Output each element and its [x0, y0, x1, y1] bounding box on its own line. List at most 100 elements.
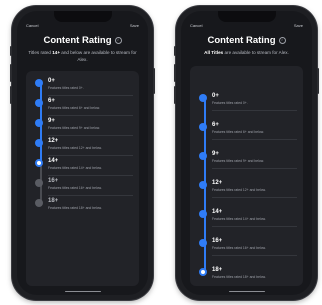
rating-description-text: Features titles rated 16+ and below. [48, 186, 102, 190]
rating-option-6-plus[interactable]: 6+ Features titles rated 6+ and below. [190, 122, 303, 142]
mute-switch [174, 46, 176, 56]
rating-radio-dot[interactable] [199, 94, 207, 102]
title-row: Content Rating i [17, 35, 148, 46]
info-icon[interactable]: i [114, 37, 122, 44]
rating-age-label: 16+ [212, 238, 223, 244]
rating-age-label: 18+ [212, 267, 223, 273]
cancel-button[interactable]: Cancel [190, 23, 202, 28]
rating-description-text: Features titles rated 9+ and below. [48, 126, 100, 130]
subtitle-highlight: All Titles [204, 50, 224, 55]
rating-age-label: 18+ [48, 198, 59, 204]
rating-description-text: Features titles rated 18+ and below. [48, 206, 102, 210]
rating-description-text: Features titles rated 18+ and below. [212, 275, 266, 279]
rating-age-label: 6+ [212, 122, 219, 128]
rating-radio-dot[interactable] [35, 119, 43, 127]
subtitle-suffix: and below are available to stream for Al… [60, 50, 137, 62]
power-button [153, 68, 155, 94]
rating-option-18-plus[interactable]: 18+ Features titles rated 18+ and below. [190, 267, 303, 287]
rating-radio-dot[interactable] [199, 152, 207, 160]
row-divider [212, 226, 297, 227]
rating-age-label: 0+ [212, 93, 219, 99]
title-row: Content Rating i [181, 35, 312, 46]
rating-radio-dot[interactable] [35, 99, 43, 107]
rating-age-label: 12+ [48, 138, 59, 144]
row-divider [48, 175, 133, 176]
rating-option-12-plus[interactable]: 12+ Features titles rated 12+ and below. [26, 138, 139, 158]
notch [53, 11, 112, 22]
rating-radio-dot[interactable] [199, 239, 207, 247]
subtitle-suffix: are available to stream for Alex. [223, 50, 289, 55]
rating-age-label: 14+ [212, 209, 223, 215]
screen-right: Cancel Save Content Rating i All Titles … [181, 11, 312, 295]
page-title: Content Rating [43, 35, 112, 46]
subtitle-prefix: Titles rated [28, 50, 53, 55]
rating-option-16-plus[interactable]: 16+ Features titles rated 16+ and below. [190, 238, 303, 258]
row-divider [212, 168, 297, 169]
rating-description-text: Features titles rated 16+ and below. [212, 246, 266, 250]
rating-list-panel: 0+ Features titles rated 0+. 6+ Features ti… [190, 66, 303, 286]
rating-option-18-plus[interactable]: 18+ Features titles rated 18+ and below. [26, 198, 139, 218]
power-button [317, 68, 319, 94]
info-icon[interactable]: i [278, 37, 286, 44]
top-bar: Cancel Save [26, 23, 139, 28]
rating-description-text: Features titles rated 12+ and below. [48, 146, 102, 150]
rating-option-9-plus[interactable]: 9+ Features titles rated 9+ and below. [190, 151, 303, 171]
rating-option-0-plus[interactable]: 0+ Features titles rated 0+. [190, 93, 303, 113]
rating-radio-dot[interactable] [35, 199, 43, 207]
phone-frame-right: Cancel Save Content Rating i All Titles … [174, 6, 319, 300]
row-divider [48, 95, 133, 96]
rating-description: Titles rated 14+ and below are available… [27, 50, 138, 63]
rating-description: All Titles are available to stream for A… [191, 50, 302, 57]
rating-description-text: Features titles rated 14+ and below. [48, 166, 102, 170]
save-button[interactable]: Save [130, 23, 139, 28]
rating-radio-dot[interactable] [199, 181, 207, 189]
notch [217, 11, 276, 22]
home-indicator [228, 290, 265, 292]
rating-option-12-plus[interactable]: 12+ Features titles rated 12+ and below. [190, 180, 303, 200]
rating-description-text: Features titles rated 0+. [48, 86, 84, 90]
rating-description-text: Features titles rated 0+. [212, 101, 248, 105]
rating-option-14-plus[interactable]: 14+ Features titles rated 14+ and below. [190, 209, 303, 229]
row-divider [48, 195, 133, 196]
rating-age-label: 9+ [212, 151, 219, 157]
rating-radio-dot[interactable] [35, 159, 43, 167]
phone-frame-left: Cancel Save Content Rating i Titles rate… [10, 6, 155, 300]
rating-radio-dot[interactable] [35, 179, 43, 187]
rating-list-panel: 0+ Features titles rated 0+. 6+ Features ti… [26, 71, 139, 286]
row-divider [212, 139, 297, 140]
volume-up-button [174, 64, 176, 82]
home-indicator [64, 290, 101, 292]
page-title: Content Rating [207, 35, 276, 46]
cancel-button[interactable]: Cancel [26, 23, 38, 28]
row-divider [212, 255, 297, 256]
rating-option-9-plus[interactable]: 9+ Features titles rated 9+ and below. [26, 118, 139, 138]
mute-switch [10, 46, 12, 56]
save-button[interactable]: Save [294, 23, 303, 28]
rating-description-text: Features titles rated 12+ and below. [212, 188, 266, 192]
rating-radio-dot[interactable] [35, 79, 43, 87]
row-divider [212, 110, 297, 111]
screen-left: Cancel Save Content Rating i Titles rate… [17, 11, 148, 295]
rating-option-14-plus[interactable]: 14+ Features titles rated 14+ and below. [26, 158, 139, 178]
row-divider [48, 155, 133, 156]
rating-option-0-plus[interactable]: 0+ Features titles rated 0+. [26, 78, 139, 98]
rating-radio-dot[interactable] [199, 210, 207, 218]
rating-age-label: 0+ [48, 78, 55, 84]
volume-up-button [10, 64, 12, 82]
row-divider [48, 115, 133, 116]
top-bar: Cancel Save [190, 23, 303, 28]
subtitle-highlight: 14+ [52, 50, 60, 55]
rating-option-16-plus[interactable]: 16+ Features titles rated 16+ and below. [26, 178, 139, 198]
rating-age-label: 12+ [212, 180, 223, 186]
rating-radio-dot[interactable] [199, 268, 207, 276]
volume-down-button [174, 86, 176, 104]
rating-radio-dot[interactable] [35, 139, 43, 147]
rating-option-6-plus[interactable]: 6+ Features titles rated 6+ and below. [26, 98, 139, 118]
rating-age-label: 9+ [48, 118, 55, 124]
volume-down-button [10, 86, 12, 104]
rating-radio-dot[interactable] [199, 123, 207, 131]
rating-age-label: 14+ [48, 158, 59, 164]
rating-age-label: 16+ [48, 178, 59, 184]
rating-description-text: Features titles rated 9+ and below. [212, 159, 264, 163]
row-divider [48, 135, 133, 136]
